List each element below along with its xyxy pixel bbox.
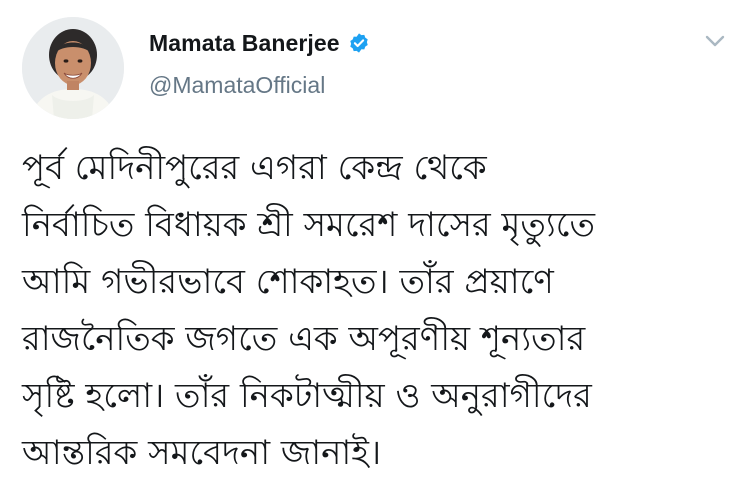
tweet-text-line: পূর্ব মেদিনীপুরের এগরা কেন্দ্র থেকে bbox=[22, 148, 487, 188]
tweet-card: Mamata Banerjee @MamataOfficial পূর্ব মে… bbox=[0, 0, 741, 486]
chevron-down-icon[interactable] bbox=[703, 31, 727, 51]
author-name-row[interactable]: Mamata Banerjee bbox=[149, 27, 370, 59]
avatar[interactable] bbox=[22, 17, 124, 119]
tweet-text-line: আমি গভীরভাবে শোকাহত। তাঁর প্রয়াণে bbox=[22, 262, 554, 302]
tweet-text-line: সৃষ্টি হলো। তাঁর নিকটাত্মীয় ও অনুরাগীদে… bbox=[22, 376, 592, 416]
verified-badge-icon bbox=[348, 32, 370, 54]
author-handle[interactable]: @MamataOfficial bbox=[149, 72, 325, 99]
avatar-photo bbox=[22, 17, 124, 119]
tweet-text-line: রাজনৈতিক জগতে এক অপূরণীয় শূন্যতার bbox=[22, 319, 586, 359]
tweet-text-line: নির্বাচিত বিধায়ক শ্রী সমরেশ দাসের মৃত্য… bbox=[22, 205, 595, 245]
author-display-name[interactable]: Mamata Banerjee bbox=[149, 30, 340, 57]
tweet-text: পূর্ব মেদিনীপুরের এগরা কেন্দ্র থেকে নির্… bbox=[22, 140, 732, 482]
tweet-text-line: আন্তরিক সমবেদনা জানাই। bbox=[22, 433, 382, 473]
